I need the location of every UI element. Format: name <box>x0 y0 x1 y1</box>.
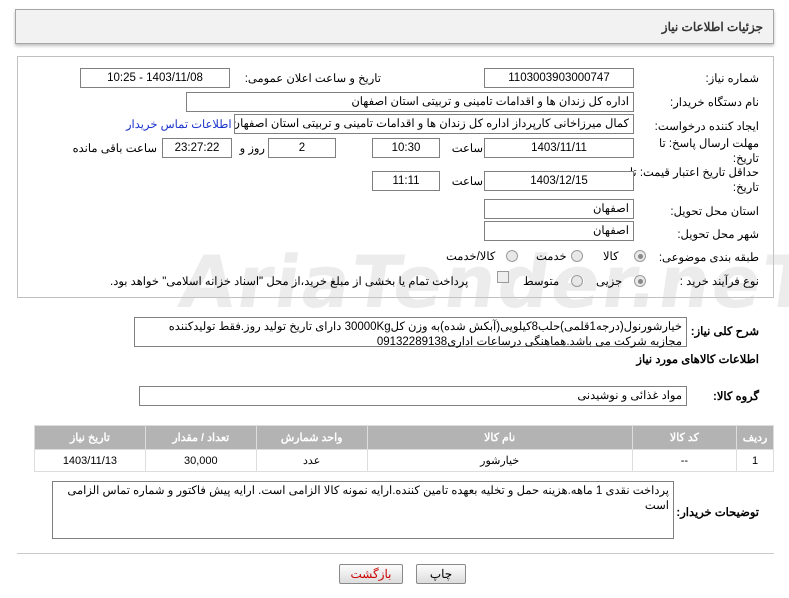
table-row: 1 -- خیارشور عدد 30,000 1403/11/13 <box>34 449 774 472</box>
validity-time-field: 11:11 <box>372 171 440 191</box>
remaining-label: ساعت باقی مانده <box>72 143 157 155</box>
purchase-radio-minor[interactable] <box>634 275 646 287</box>
buyer-notes-label: توضیحات خریدار: <box>676 507 759 519</box>
need-number-field: 1103003903000747 <box>484 68 634 88</box>
cell-code: -- <box>631 449 738 472</box>
col-code: کد کالا <box>631 425 738 450</box>
category-radio-goods-service[interactable] <box>506 250 518 262</box>
cell-quantity: 30,000 <box>144 449 257 472</box>
remaining-time-field: 23:27:22 <box>162 138 232 158</box>
cell-need-date: 1403/11/13 <box>34 449 146 472</box>
page-title: جزئیات اطلاعات نیاز <box>661 20 763 34</box>
category-label: طبقه بندی موضوعی: <box>658 252 759 264</box>
col-need-date: تاریخ نیاز <box>34 425 146 450</box>
category-radio-service[interactable] <box>571 250 583 262</box>
deadline-time-field: 10:30 <box>372 138 440 158</box>
deadline-time-label: ساعت <box>451 143 483 155</box>
purchase-type-label: نوع فرآیند خرید : <box>679 276 759 288</box>
province-field: اصفهان <box>484 199 634 219</box>
goods-group-label: گروه کالا: <box>713 391 759 403</box>
city-label: شهر محل تحویل: <box>677 229 759 241</box>
purchase-radio-medium[interactable] <box>571 275 583 287</box>
col-quantity: تعداد / مقدار <box>144 425 257 450</box>
validity-time-label: ساعت <box>451 176 483 188</box>
deadline-date-field: 1403/11/11 <box>484 138 634 158</box>
footer-divider <box>17 553 774 554</box>
announce-field: 1403/11/08 - 10:25 <box>80 68 230 88</box>
category-option-goods: کالا <box>603 251 619 263</box>
need-number-label: شماره نیاز: <box>705 73 760 85</box>
treasury-note: پرداخت تمام یا بخشی از مبلغ خرید،از محل … <box>110 276 469 288</box>
deadline-label: مهلت ارسال پاسخ: تا تاریخ: <box>658 138 759 165</box>
col-name: نام کالا <box>366 425 633 450</box>
goods-section-title: اطلاعات کالاهای مورد نیاز <box>636 354 759 366</box>
creator-field: کمال میرزاخانی کارپرداز اداره کل زندان ه… <box>234 114 634 134</box>
purchase-option-minor: جزیی <box>596 276 623 288</box>
purchase-option-medium: متوسط <box>523 276 560 288</box>
page-header: جزئیات اطلاعات نیاز <box>15 9 774 44</box>
table-header-row: ردیف کد کالا نام کالا واحد شمارش تعداد /… <box>34 425 774 450</box>
buyer-contact-link[interactable]: اطلاعات تماس خریدار <box>126 117 232 131</box>
announce-label: تاریخ و ساعت اعلان عمومی: <box>244 73 381 85</box>
days-field: 2 <box>268 138 336 158</box>
days-label: روز و <box>239 143 265 155</box>
summary-textarea[interactable]: خیارشورنول(درجه1قلمی)حلب8کیلویی(آبکش شده… <box>134 317 687 348</box>
goods-group-field: مواد غذائی و نوشیدنی <box>139 386 687 406</box>
col-unit: واحد شمارش <box>255 425 368 450</box>
category-radio-goods[interactable] <box>634 250 646 262</box>
cell-row: 1 <box>736 449 774 472</box>
validity-date-field: 1403/12/15 <box>484 171 634 191</box>
print-button[interactable]: چاپ <box>416 564 466 584</box>
summary-label: شرح کلی نیاز: <box>690 326 759 338</box>
category-option-service: خدمت <box>536 251 567 263</box>
cell-name: خیارشور <box>366 449 633 472</box>
province-label: استان محل تحویل: <box>670 206 759 218</box>
col-row: ردیف <box>736 425 774 450</box>
city-field: اصفهان <box>484 221 634 241</box>
treasury-checkbox[interactable] <box>497 271 509 283</box>
buyer-label: نام دستگاه خریدار: <box>670 97 759 109</box>
goods-table: ردیف کد کالا نام کالا واحد شمارش تعداد /… <box>34 425 774 472</box>
buyer-field: اداره کل زندان ها و اقدامات تامینی و ترب… <box>186 92 634 112</box>
category-option-goods-service: کالا/خدمت <box>446 251 496 263</box>
creator-label: ایجاد کننده درخواست: <box>654 121 759 133</box>
cell-unit: عدد <box>255 449 368 472</box>
back-button[interactable]: بازگشت <box>339 564 403 584</box>
buyer-notes-textarea[interactable]: پرداخت نقدی 1 ماهه.هزینه حمل و تخلیه بعه… <box>52 481 674 539</box>
